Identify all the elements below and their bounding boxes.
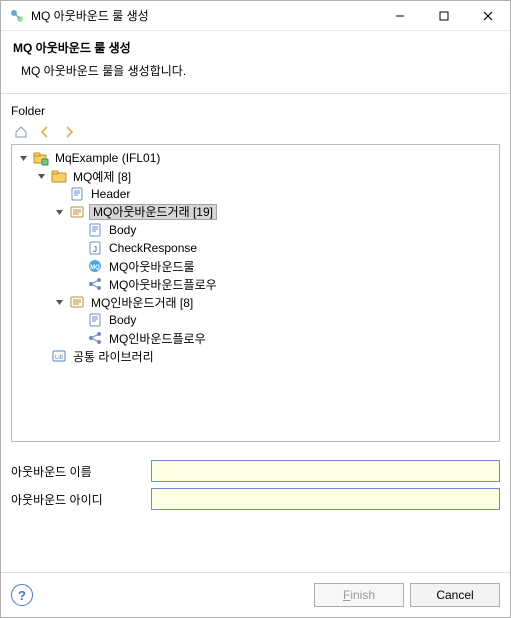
folder-outline-icon — [69, 294, 85, 310]
dialog-window: MQ 아웃바운드 룰 생성 MQ 아웃바운드 룰 생성 MQ 아웃바운드 룰을 … — [0, 0, 511, 618]
expand-toggle-open[interactable] — [18, 153, 29, 164]
wizard-title: MQ 아웃바운드 룰 생성 — [13, 39, 498, 56]
tree-node[interactable]: Body — [72, 221, 495, 239]
forward-icon[interactable] — [61, 124, 77, 140]
tree-node[interactable]: MqExample (IFL01) — [18, 149, 495, 167]
tree-node[interactable]: MQ인바운드거래 [8] — [54, 293, 495, 311]
help-button[interactable]: ? — [11, 584, 33, 606]
toggle-placeholder — [72, 243, 83, 254]
tree-node-label: MQ예제 [8] — [71, 168, 133, 185]
file-icon — [87, 222, 103, 238]
tree-node[interactable]: Header — [54, 185, 495, 203]
tree-node-label: MQ아웃바운드거래 [19] — [89, 204, 217, 220]
toggle-placeholder — [72, 261, 83, 272]
flow-icon — [87, 330, 103, 346]
toggle-placeholder — [36, 351, 47, 362]
tree-node[interactable]: Lib 공통 라이브러리 — [36, 347, 495, 365]
dialog-footer: ? Finish Cancel — [1, 572, 510, 617]
close-icon — [483, 11, 493, 21]
wizard-icon — [9, 8, 25, 24]
titlebar: MQ 아웃바운드 룰 생성 — [1, 1, 510, 31]
outbound-name-row: 아웃바운드 이름 — [11, 460, 500, 482]
window-title: MQ 아웃바운드 룰 생성 — [31, 7, 378, 24]
tree-node[interactable]: MQ인바운드플로우 — [72, 329, 495, 347]
svg-text:MQ: MQ — [90, 265, 100, 271]
maximize-button[interactable] — [422, 1, 466, 31]
project-icon — [33, 150, 49, 166]
wizard-header: MQ 아웃바운드 룰 생성 MQ 아웃바운드 룰을 생성합니다. — [1, 31, 510, 94]
expand-toggle-open[interactable] — [36, 171, 47, 182]
wizard-subtitle: MQ 아웃바운드 룰을 생성합니다. — [13, 62, 498, 79]
cancel-button[interactable]: Cancel — [410, 583, 500, 607]
expand-toggle-open[interactable] — [54, 207, 65, 218]
tree-node-label: MQ아웃바운드플로우 — [107, 276, 219, 293]
file-icon — [87, 312, 103, 328]
folder-toolbar — [11, 120, 500, 144]
tree-node[interactable]: Body — [72, 311, 495, 329]
biz-folder-icon — [51, 168, 67, 184]
flow-icon — [87, 276, 103, 292]
close-button[interactable] — [466, 1, 510, 31]
toggle-placeholder — [72, 279, 83, 290]
mq-rule-icon: MQ — [87, 258, 103, 274]
toggle-placeholder — [72, 315, 83, 326]
home-icon[interactable] — [13, 124, 29, 140]
tree-node-label: MqExample (IFL01) — [53, 151, 162, 165]
minimize-button[interactable] — [378, 1, 422, 31]
outbound-name-input[interactable] — [151, 460, 500, 482]
tree-node[interactable]: MQ아웃바운드거래 [19] — [54, 203, 495, 221]
js-file-icon: J — [87, 240, 103, 256]
tree-node-label: CheckResponse — [107, 241, 199, 255]
svg-text:Lib: Lib — [55, 355, 64, 361]
toggle-placeholder — [54, 189, 65, 200]
outbound-name-label: 아웃바운드 이름 — [11, 463, 151, 480]
outbound-id-input[interactable] — [151, 488, 500, 510]
wizard-body: Folder MqExample (IFL01) MQ예제 [8] Header MQ… — [1, 94, 510, 572]
outbound-id-row: 아웃바운드 아이디 — [11, 488, 500, 510]
tree-node-label: 공통 라이브러리 — [71, 348, 156, 365]
file-icon — [69, 186, 85, 202]
tree-node-label: Body — [107, 313, 138, 327]
tree-node-label: Body — [107, 223, 138, 237]
folder-label: Folder — [11, 104, 500, 118]
lib-icon: Lib — [51, 348, 67, 364]
toggle-placeholder — [72, 225, 83, 236]
outbound-id-label: 아웃바운드 아이디 — [11, 491, 151, 508]
tree-node-label: MQ인바운드플로우 — [107, 330, 208, 347]
tree-node[interactable]: MQ예제 [8] — [36, 167, 495, 185]
back-icon[interactable] — [37, 124, 53, 140]
tree-node[interactable]: MQ아웃바운드플로우 — [72, 275, 495, 293]
finish-button[interactable]: Finish — [314, 583, 404, 607]
help-icon: ? — [18, 588, 26, 603]
tree-node-label: MQ인바운드거래 [8] — [89, 294, 195, 311]
maximize-icon — [439, 11, 449, 21]
folder-tree[interactable]: MqExample (IFL01) MQ예제 [8] Header MQ아웃바운드거래… — [11, 144, 500, 442]
tree-node[interactable]: J CheckResponse — [72, 239, 495, 257]
fields-area: 아웃바운드 이름 아웃바운드 아이디 — [11, 460, 500, 516]
expand-toggle-open[interactable] — [54, 297, 65, 308]
folder-outline-icon — [69, 204, 85, 220]
svg-text:J: J — [93, 245, 97, 254]
tree-node[interactable]: MQ MQ아웃바운드룰 — [72, 257, 495, 275]
tree-node-label: Header — [89, 187, 132, 201]
minimize-icon — [395, 11, 405, 21]
toggle-placeholder — [72, 333, 83, 344]
tree-node-label: MQ아웃바운드룰 — [107, 258, 197, 275]
